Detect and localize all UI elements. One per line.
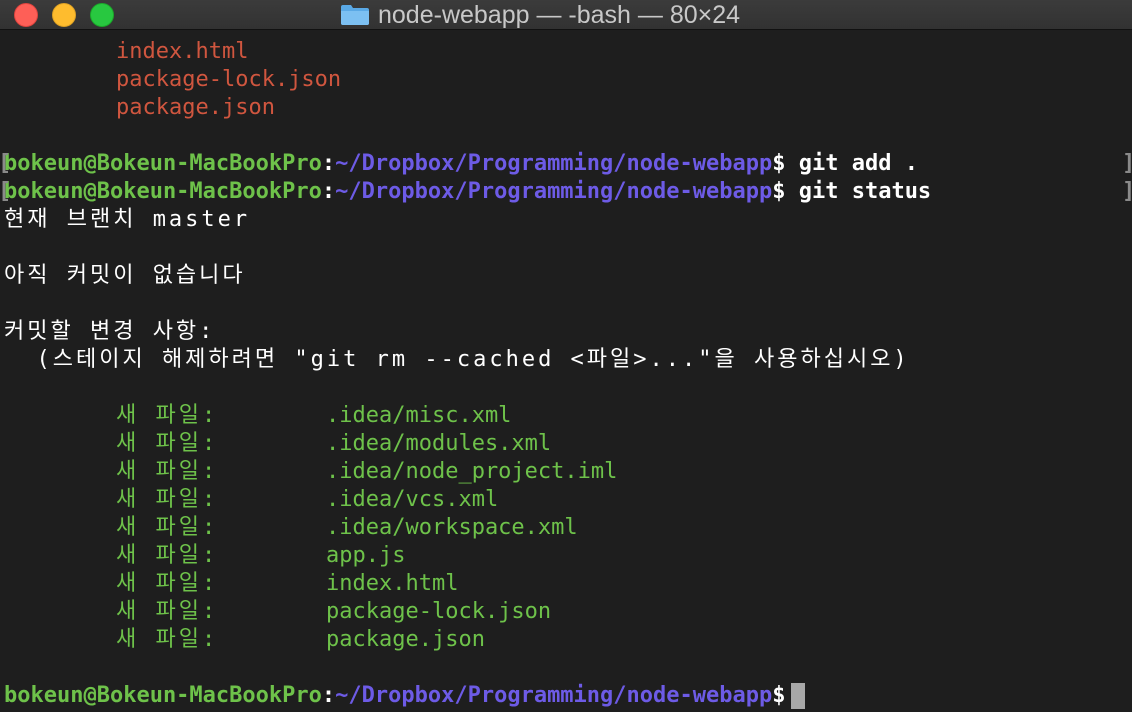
staged-file-row: 새 파일: .idea/modules.xml <box>0 430 1132 458</box>
status-no-commits: 아직 커밋이 없습니다 <box>4 263 246 288</box>
staged-label: 새 파일: <box>116 459 219 484</box>
staged-file-row: 새 파일: index.html <box>0 570 1132 598</box>
output-line: package-lock.json <box>0 66 1132 94</box>
prompt-line: [bokeun@Bokeun-MacBookPro:~/Dropbox/Prog… <box>0 150 1132 178</box>
terminal-window: node-webapp — -bash — 80×24 index.html p… <box>0 0 1132 712</box>
command-text: git add . <box>785 151 918 176</box>
prompt-line-current: bokeun@Bokeun-MacBookPro:~/Dropbox/Progr… <box>0 682 1132 710</box>
staged-label: 새 파일: <box>116 487 219 512</box>
staged-file-row: 새 파일: .idea/workspace.xml <box>0 514 1132 542</box>
line-bracket-open: [ <box>0 150 11 178</box>
status-branch: 현재 브랜치 master <box>4 207 251 232</box>
prompt-host: bokeun@Bokeun-MacBookPro <box>4 683 322 708</box>
staged-file-row: 새 파일: app.js <box>0 542 1132 570</box>
staged-file: .idea/modules.xml <box>326 431 552 456</box>
prompt-dollar: $ <box>772 151 786 176</box>
command-text: git status <box>785 179 932 204</box>
minimize-button[interactable] <box>52 3 76 27</box>
prompt-path: ~/Dropbox/Programming/node-webapp <box>335 179 773 204</box>
staged-label: 새 파일: <box>116 627 219 652</box>
line-bracket-close: ] <box>1122 178 1132 206</box>
output-line: index.html <box>0 38 1132 66</box>
staged-file-row: 새 파일: package-lock.json <box>0 598 1132 626</box>
staged-file: .idea/vcs.xml <box>326 487 499 512</box>
status-hint: (스테이지 해제하려면 "git rm --cached <파일>..."을 사… <box>4 347 910 372</box>
staged-file: package-lock.json <box>326 599 552 624</box>
window-title: node-webapp — -bash — 80×24 <box>378 1 741 29</box>
prompt-colon: : <box>321 151 336 176</box>
close-button[interactable] <box>14 3 38 27</box>
line-bracket-open: [ <box>0 178 11 206</box>
staged-file-row: 새 파일: .idea/vcs.xml <box>0 486 1132 514</box>
staged-file: index.html <box>326 571 459 596</box>
line-bracket-close: ] <box>1122 150 1132 178</box>
staged-label: 새 파일: <box>116 515 219 540</box>
window-title-area: node-webapp — -bash — 80×24 <box>340 0 740 30</box>
prompt-line: [bokeun@Bokeun-MacBookPro:~/Dropbox/Prog… <box>0 178 1132 206</box>
staged-file: app.js <box>326 543 406 568</box>
top-file: index.html <box>116 39 249 64</box>
staged-label: 새 파일: <box>116 403 219 428</box>
top-file: package.json <box>116 95 275 120</box>
staged-label: 새 파일: <box>116 431 219 456</box>
prompt-dollar: $ <box>772 683 786 708</box>
terminal-output[interactable]: index.html package-lock.json package.jso… <box>0 38 1132 712</box>
status-to-commit: 커밋할 변경 사항: <box>4 319 216 344</box>
output-line: package.json <box>0 94 1132 122</box>
prompt-path: ~/Dropbox/Programming/node-webapp <box>335 683 773 708</box>
staged-file-row: 새 파일: .idea/misc.xml <box>0 402 1132 430</box>
prompt-dollar: $ <box>772 179 786 204</box>
staged-file: package.json <box>326 627 485 652</box>
prompt-colon: : <box>321 179 336 204</box>
staged-label: 새 파일: <box>116 543 219 568</box>
zoom-button[interactable] <box>90 3 114 27</box>
staged-label: 새 파일: <box>116 599 219 624</box>
prompt-host: bokeun@Bokeun-MacBookPro <box>4 151 322 176</box>
staged-file-row: 새 파일: .idea/node_project.iml <box>0 458 1132 486</box>
prompt-host: bokeun@Bokeun-MacBookPro <box>4 179 322 204</box>
text-cursor[interactable] <box>791 683 806 709</box>
title-bar[interactable]: node-webapp — -bash — 80×24 <box>0 0 1132 30</box>
prompt-path: ~/Dropbox/Programming/node-webapp <box>335 151 773 176</box>
staged-file: .idea/node_project.iml <box>326 459 618 484</box>
staged-file-row: 새 파일: package.json <box>0 626 1132 654</box>
prompt-colon: : <box>321 683 336 708</box>
staged-file: .idea/workspace.xml <box>326 515 578 540</box>
staged-label: 새 파일: <box>116 571 219 596</box>
top-file: package-lock.json <box>116 67 342 92</box>
folder-icon <box>341 5 369 25</box>
staged-file: .idea/misc.xml <box>326 403 512 428</box>
